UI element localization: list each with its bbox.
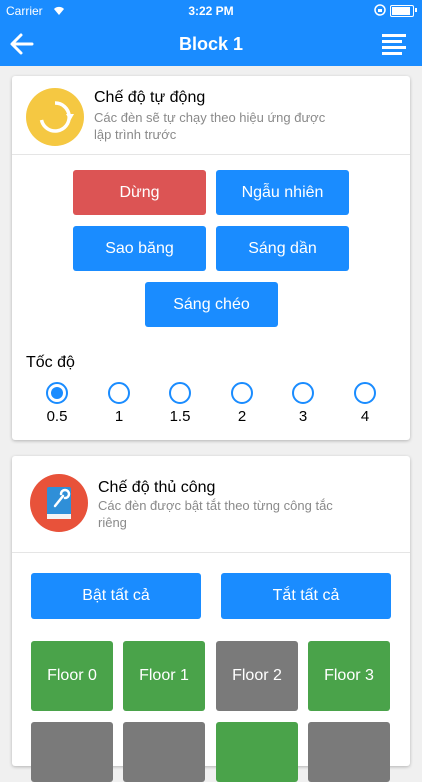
manual-book-icon [30, 474, 88, 532]
speed-option-4[interactable]: 4 [345, 382, 385, 425]
floor-4-switch[interactable] [31, 722, 113, 782]
speed-option-1-5[interactable]: 1.5 [160, 382, 200, 425]
speed-option-3[interactable]: 3 [283, 382, 323, 425]
radio-selected[interactable] [46, 382, 68, 404]
speed-value: 4 [360, 408, 370, 425]
speed-value: 2 [237, 408, 247, 425]
nav-bar: Block 1 [0, 22, 422, 66]
auto-mode-desc-1: Các đèn sẽ tự chạy theo hiệu ứng được [94, 110, 326, 125]
floor-7-switch[interactable] [308, 722, 390, 782]
radio[interactable] [292, 382, 314, 404]
speed-value: 1.5 [169, 408, 191, 425]
all-on-button[interactable]: Bật tất cả [31, 573, 201, 619]
status-bar: Carrier 3:22 PM [0, 0, 422, 22]
floor-6-switch[interactable] [216, 722, 298, 782]
page-title: Block 1 [178, 34, 244, 54]
speed-option-0-5[interactable]: 0.5 [37, 382, 77, 425]
diagonal-button[interactable]: Sáng chéo [145, 282, 278, 327]
floor-2-switch[interactable]: Floor 2 [216, 641, 298, 711]
stop-button[interactable]: Dừng [73, 170, 206, 215]
auto-mode-desc-2: lập trình trước [94, 127, 177, 142]
divider [12, 552, 410, 553]
refresh-icon [26, 88, 84, 146]
radio[interactable] [108, 382, 130, 404]
fade-in-button[interactable]: Sáng dần [216, 226, 349, 271]
list-menu-icon[interactable] [382, 33, 406, 55]
speed-value: 0.5 [46, 408, 68, 425]
orientation-lock-icon [374, 4, 386, 16]
divider [12, 154, 410, 155]
speed-value: 1 [114, 408, 124, 425]
manual-mode-title: Chế độ thủ công [98, 479, 216, 496]
floor-0-switch[interactable]: Floor 0 [31, 641, 113, 711]
radio[interactable] [231, 382, 253, 404]
random-button[interactable]: Ngẫu nhiên [216, 170, 349, 215]
floor-1-switch[interactable]: Floor 1 [123, 641, 205, 711]
floor-3-switch[interactable]: Floor 3 [308, 641, 390, 711]
status-time: 3:22 PM [188, 4, 234, 18]
manual-mode-desc-1: Các đèn được bật tắt theo từng công tắc [98, 498, 333, 513]
floor-5-switch[interactable] [123, 722, 205, 782]
meteor-button[interactable]: Sao băng [73, 226, 206, 271]
speed-option-1[interactable]: 1 [99, 382, 139, 425]
speed-label: Tốc độ [26, 354, 75, 371]
radio[interactable] [354, 382, 376, 404]
all-off-button[interactable]: Tắt tất cả [221, 573, 391, 619]
battery-icon [390, 5, 414, 17]
manual-mode-desc-2: riêng [98, 515, 127, 530]
battery-tip [415, 8, 417, 12]
auto-mode-title: Chế độ tự động [94, 89, 206, 106]
auto-mode-card: Chế độ tự động Các đèn sẽ tự chạy theo h… [12, 76, 410, 440]
radio[interactable] [169, 382, 191, 404]
speed-value: 3 [298, 408, 308, 425]
manual-mode-card: Chế độ thủ công Các đèn được bật tắt the… [12, 456, 410, 782]
speed-option-2[interactable]: 2 [222, 382, 262, 425]
